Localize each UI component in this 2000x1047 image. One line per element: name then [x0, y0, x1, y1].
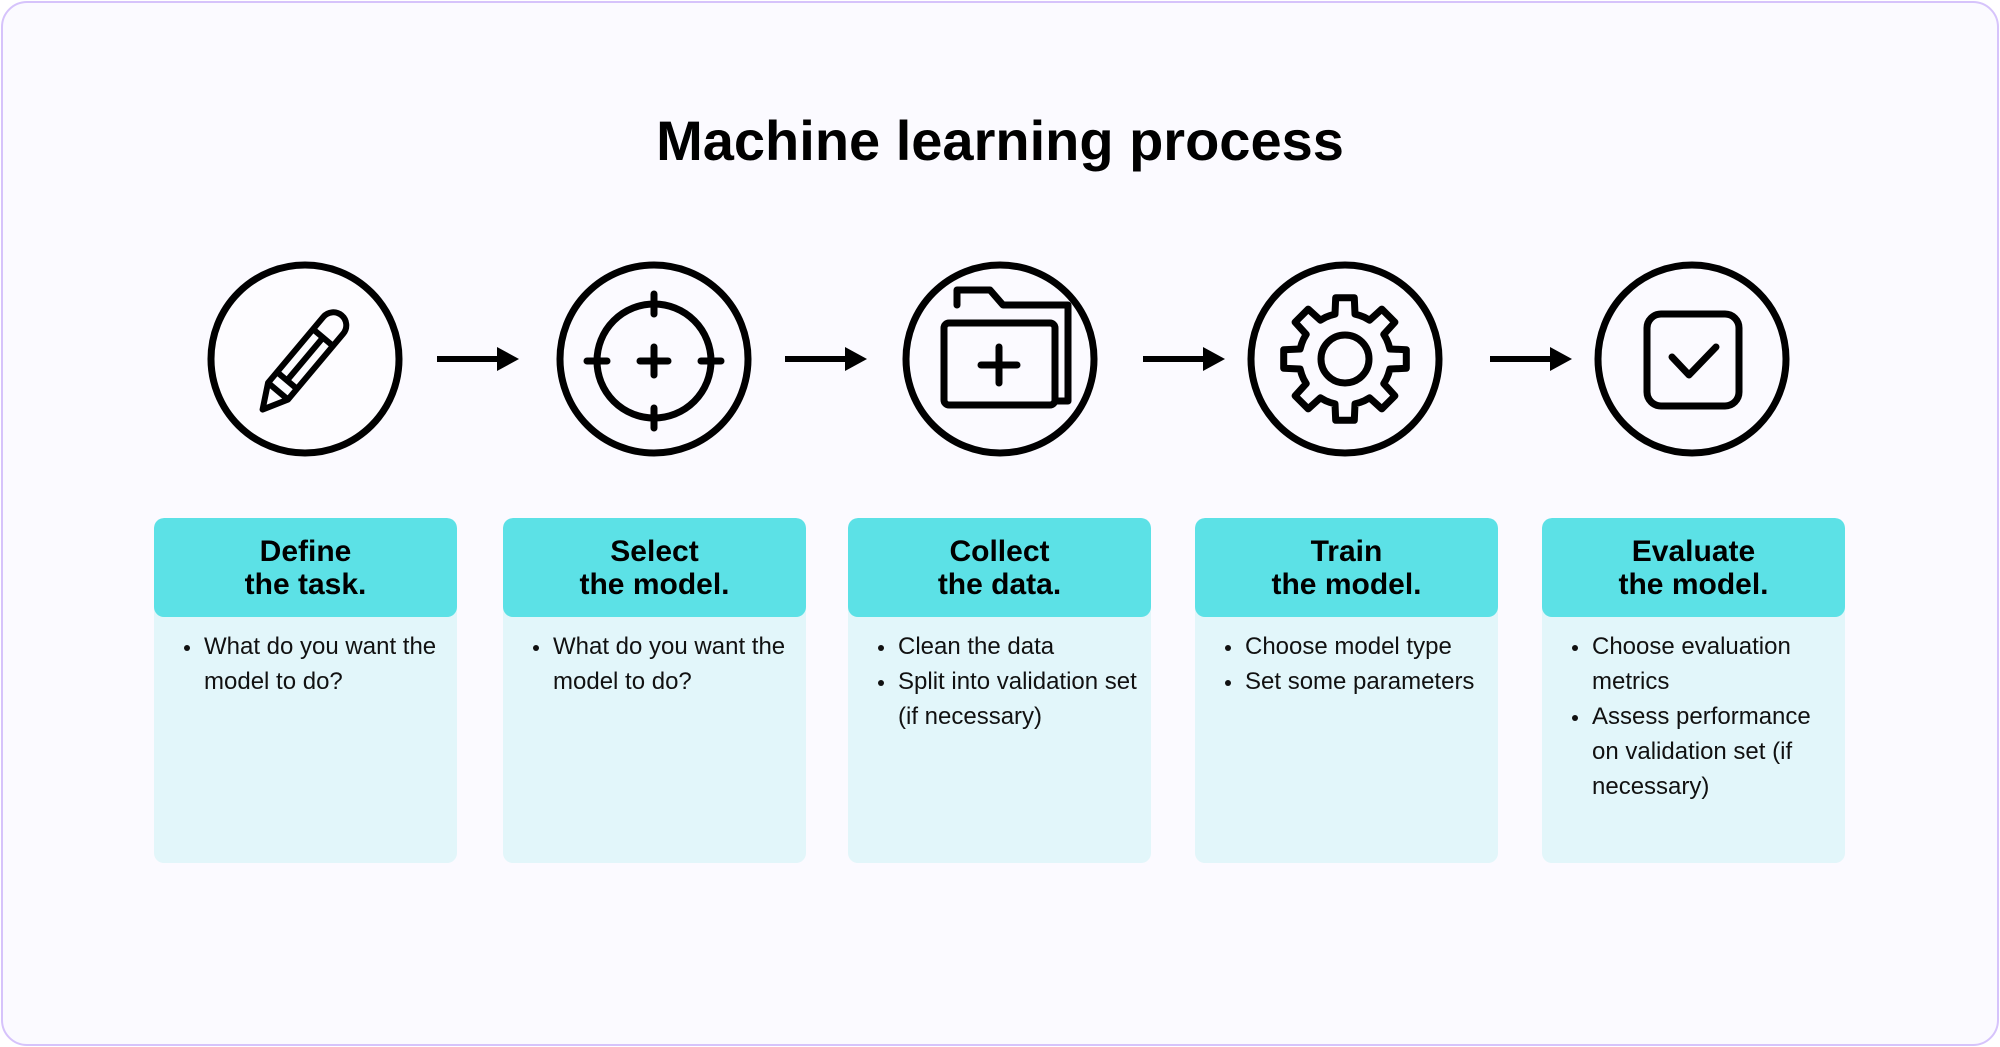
step-card-select-model: Select the model. What do you want the m… — [503, 518, 806, 863]
step-card-header: Collect the data. — [848, 518, 1151, 617]
arrow-right-icon — [1490, 346, 1572, 372]
step-card-body: Choose evaluation metrics Assess perform… — [1542, 617, 1845, 804]
arrow-right-icon — [437, 346, 519, 372]
step-title-line2: the model. — [1618, 567, 1769, 601]
bullet-item: Choose model type — [1225, 629, 1486, 664]
step-2-icon-circle — [554, 259, 754, 459]
step-title-line1: Collect — [949, 534, 1050, 568]
bullet-list: Choose model type Set some parameters — [1225, 629, 1486, 699]
step-card-evaluate-model: Evaluate the model. Choose evaluation me… — [1542, 518, 1845, 863]
step-card-header: Define the task. — [154, 518, 457, 617]
diagram-title: Machine learning process — [656, 109, 1344, 172]
step-card-define-task: Define the task. What do you want the mo… — [154, 518, 457, 863]
folder-add-icon — [902, 261, 1098, 457]
step-5-icon-circle — [1592, 259, 1792, 459]
bullet-list: What do you want the model to do? — [533, 629, 794, 699]
step-title-line1: Evaluate — [1631, 534, 1756, 568]
bullet-item: Split into validation set (if necessary) — [878, 664, 1139, 734]
step-title-line2: the task. — [244, 567, 367, 601]
step-card-body: Choose model type Set some parameters — [1195, 617, 1498, 699]
crosshair-target-icon — [556, 261, 752, 457]
gear-teeth-outline — [1280, 294, 1410, 424]
step-card-header: Select the model. — [503, 518, 806, 617]
step-card-body: What do you want the model to do? — [503, 617, 806, 699]
bullet-item: What do you want the model to do? — [184, 629, 445, 699]
bullet-list: Clean the data Split into validation set… — [878, 629, 1139, 734]
step-title-line2: the data. — [937, 567, 1062, 601]
bullet-item: What do you want the model to do? — [533, 629, 794, 699]
step-title-line1: Select — [610, 534, 699, 568]
checkbox-check-icon — [1594, 261, 1790, 457]
step-4-icon-circle — [1245, 259, 1445, 459]
step-card-collect-data: Collect the data. Clean the data Split i… — [848, 518, 1151, 863]
gear-icon — [1247, 261, 1443, 457]
arrow-right-icon — [785, 346, 867, 372]
step-card-header: Evaluate the model. — [1542, 518, 1845, 617]
step-card-train-model: Train the model. Choose model type Set s… — [1195, 518, 1498, 863]
step-card-body: Clean the data Split into validation set… — [848, 617, 1151, 734]
step-title-line2: the model. — [1271, 567, 1422, 601]
step-card-body: What do you want the model to do? — [154, 617, 457, 699]
step-1-icon-circle — [205, 259, 405, 459]
bullet-list: What do you want the model to do? — [184, 629, 445, 699]
step-3-icon-circle — [900, 259, 1100, 459]
step-title-line1: Train — [1310, 534, 1383, 568]
step-title-line1: Define — [259, 534, 352, 568]
bullet-list: Choose evaluation metrics Assess perform… — [1572, 629, 1833, 804]
pencil-icon — [207, 261, 403, 457]
bullet-item: Choose evaluation metrics — [1572, 629, 1833, 699]
arrow-right-icon — [1143, 346, 1225, 372]
step-title-line2: the model. — [579, 567, 730, 601]
step-card-header: Train the model. — [1195, 518, 1498, 617]
bullet-item: Clean the data — [878, 629, 1139, 664]
bullet-item: Assess performance on validation set (if… — [1572, 699, 1833, 804]
bullet-item: Set some parameters — [1225, 664, 1486, 699]
